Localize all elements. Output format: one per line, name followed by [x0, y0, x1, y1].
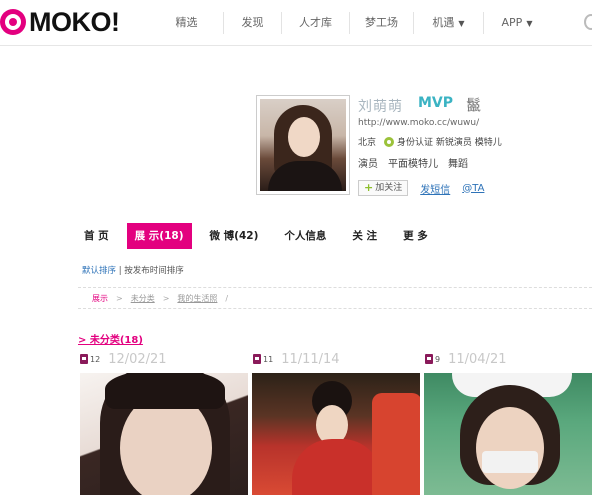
tab-more[interactable]: 更 多 [395, 223, 436, 249]
category-title[interactable]: > 未分类(18) [78, 331, 143, 346]
breadcrumb-root[interactable]: 展示 [92, 293, 108, 304]
album-cover[interactable] [80, 373, 248, 495]
sort-default[interactable]: 默认排序 [82, 266, 116, 276]
album-count: 12 [90, 354, 101, 364]
sort-by-time[interactable]: 按发布时间排序 [124, 266, 184, 276]
main-nav: 精选 发现 人才库 梦工场 机遇 ▼ APP ▼ [150, 12, 550, 34]
moko-logo-mark-icon [0, 9, 26, 35]
profile-name: 刘萌萌 [358, 99, 403, 115]
nav-item-dream-factory[interactable]: 梦工场 [350, 12, 414, 34]
profile-tag[interactable]: 演员 [358, 155, 378, 170]
breadcrumb-level1[interactable]: 未分类 [131, 293, 155, 304]
top-navigation-bar: MOKO! 精选 发现 人才库 梦工场 机遇 ▼ APP ▼ [0, 0, 592, 46]
tab-personal-info[interactable]: 个人信息 [276, 223, 334, 249]
profile-url[interactable]: http://www.moko.cc/wuwu/ [358, 118, 479, 128]
breadcrumb-level2[interactable]: 我的生活照 [177, 293, 217, 304]
album-date: 12/02/21 [108, 351, 167, 367]
chevron-down-icon: ▼ [458, 19, 465, 28]
album-count: 11 [263, 354, 274, 364]
profile-tag[interactable]: 舞蹈 [448, 155, 468, 170]
profile-actions: + 加关注 发短信 @TA [358, 180, 484, 196]
tab-following[interactable]: 关 注 [344, 223, 385, 249]
breadcrumb: 展示 > 未分类 > 我的生活照 / [78, 287, 592, 309]
profile-tag[interactable]: 平面模特儿 [388, 155, 438, 170]
profile-avatar[interactable] [256, 95, 350, 195]
album-count: 9 [435, 354, 441, 364]
album-date: 11/04/21 [448, 351, 507, 367]
tab-weibo[interactable]: 微 博(42) [202, 223, 267, 249]
album-cover[interactable] [252, 373, 420, 495]
album-header: 11 11/11/14 [253, 351, 340, 367]
nav-item-opportunity[interactable]: 机遇 ▼ [414, 12, 484, 34]
album-cover[interactable] [424, 373, 592, 495]
search-icon[interactable] [584, 14, 592, 30]
profile-city: 北京 [358, 138, 377, 148]
chevron-down-icon: ▼ [526, 19, 533, 28]
album-header: 9 11/04/21 [425, 351, 506, 367]
album-icon [253, 354, 261, 364]
plus-icon: + [364, 181, 374, 194]
nav-item-app[interactable]: APP ▼ [484, 12, 550, 34]
nav-item-featured[interactable]: 精选 [150, 12, 224, 34]
nav-item-discover[interactable]: 发现 [224, 12, 282, 34]
breadcrumb-separator-icon: > [116, 293, 123, 303]
verify-text: 身份认证 新锐演员 模特儿 [397, 138, 502, 148]
profile-meta: 北京 身份认证 新锐演员 模特儿 [358, 135, 502, 148]
tab-home[interactable]: 首 页 [76, 223, 117, 249]
breadcrumb-separator-icon: / [225, 293, 229, 303]
nav-item-talent[interactable]: 人才库 [282, 12, 350, 34]
follow-button[interactable]: + 加关注 [358, 180, 409, 196]
verified-icon [384, 136, 395, 147]
level-badge-icon: 鬣 [466, 96, 482, 114]
logo-text: MOKO! [29, 6, 120, 37]
breadcrumb-separator-icon: > [162, 293, 170, 303]
album-icon [425, 354, 433, 364]
mvp-badge: MVP [418, 95, 454, 111]
album-icon [80, 354, 88, 364]
tab-showcase[interactable]: 展 示(18) [126, 223, 192, 249]
mention-link[interactable]: @TA [462, 183, 484, 194]
profile-tags: 演员 平面模特儿 舞蹈 [358, 155, 468, 170]
album-header: 12 12/02/21 [80, 351, 167, 367]
sort-options: 默认排序 | 按发布时间排序 [82, 266, 184, 276]
profile-tabs: 首 页 展 示(18) 微 博(42) 个人信息 关 注 更 多 [76, 223, 436, 249]
album-date: 11/11/14 [281, 351, 340, 367]
moko-logo[interactable]: MOKO! [0, 6, 120, 38]
send-message-link[interactable]: 发短信 [420, 181, 450, 196]
